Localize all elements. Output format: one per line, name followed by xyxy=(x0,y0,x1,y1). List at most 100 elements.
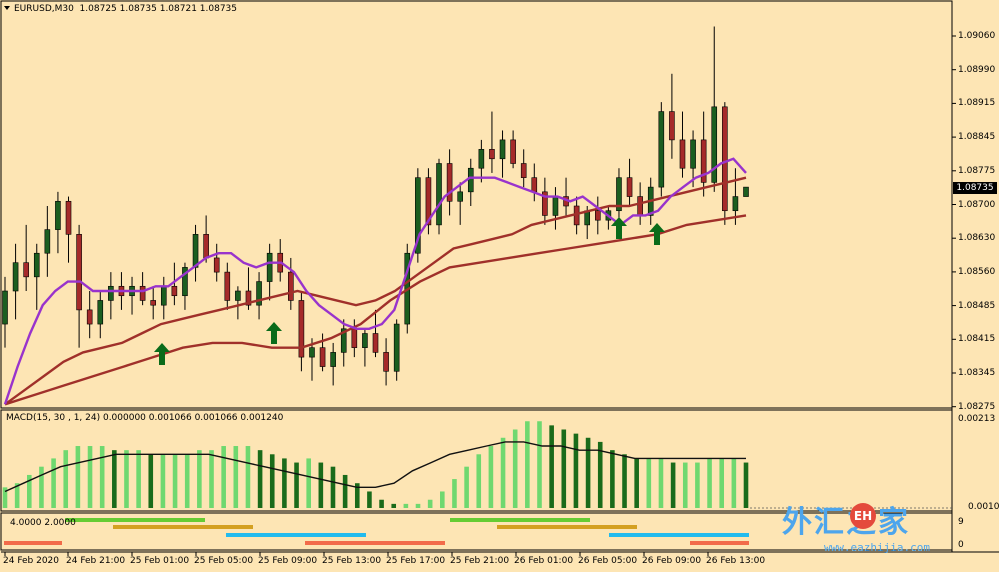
y-tick-label: 1.08845 xyxy=(958,132,996,143)
candle-body[interactable] xyxy=(266,252,273,282)
candle-body[interactable] xyxy=(203,234,209,259)
macd-histogram-bar xyxy=(51,458,56,508)
candle-body[interactable] xyxy=(637,196,643,216)
candle-body[interactable] xyxy=(23,262,29,278)
candle-body[interactable] xyxy=(12,262,19,292)
candle-body[interactable] xyxy=(44,229,51,254)
candle-body[interactable] xyxy=(457,191,463,202)
candle-body[interactable] xyxy=(383,352,389,372)
candle-body[interactable] xyxy=(690,139,696,169)
candle-body[interactable] xyxy=(224,271,231,301)
candle-body[interactable] xyxy=(309,347,315,358)
candle-body[interactable] xyxy=(171,285,178,297)
y-tick-label: 1.08275 xyxy=(958,401,996,412)
macd-histogram-bar xyxy=(136,450,141,508)
candle-body[interactable] xyxy=(55,200,61,230)
macd-tick-high: 0.00213 xyxy=(958,414,996,424)
candle-body[interactable] xyxy=(330,352,336,367)
macd-histogram-bar xyxy=(63,450,69,508)
y-tick-label: 1.08485 xyxy=(958,300,996,311)
candle-body[interactable] xyxy=(722,106,728,212)
candle-body[interactable] xyxy=(478,149,485,169)
chart-canvas[interactable] xyxy=(0,0,999,572)
macd-histogram-bar xyxy=(658,458,664,508)
macd-histogram-bar xyxy=(112,450,117,508)
bands-label: 4.0000 2.0000 xyxy=(10,518,76,528)
macd-histogram-bar xyxy=(464,466,469,508)
macd-histogram-bar xyxy=(452,479,457,508)
x-tick-label: 26 Feb 09:00 xyxy=(642,556,702,566)
ma-fast-line xyxy=(3,157,747,405)
macd-histogram-bar xyxy=(124,450,129,508)
y-tick-label: 1.08345 xyxy=(958,368,996,378)
x-tick-label: 24 Feb 21:00 xyxy=(66,556,126,566)
candle-body[interactable] xyxy=(743,186,749,197)
candle-body[interactable] xyxy=(732,196,739,212)
candle-body[interactable] xyxy=(192,234,199,268)
candle-body[interactable] xyxy=(499,139,506,160)
candle-body[interactable] xyxy=(150,300,156,306)
x-tick-label: 26 Feb 05:00 xyxy=(578,556,638,566)
candle-body[interactable] xyxy=(33,252,40,278)
candle-body[interactable] xyxy=(594,210,601,221)
candle-body[interactable] xyxy=(489,149,495,160)
candle-body[interactable] xyxy=(552,196,559,216)
candle-body[interactable] xyxy=(362,333,368,348)
candle-body[interactable] xyxy=(669,111,675,141)
candle-body[interactable] xyxy=(139,285,146,301)
y-tick-label: 1.08560 xyxy=(958,266,996,277)
candle-body[interactable] xyxy=(372,333,379,353)
title-dropdown-icon[interactable] xyxy=(4,6,10,10)
candle-body[interactable] xyxy=(86,309,93,325)
macd-histogram-bar xyxy=(367,491,372,508)
candle-body[interactable] xyxy=(97,300,104,325)
candle-body[interactable] xyxy=(436,163,442,226)
buy-arrow-icon xyxy=(266,322,282,344)
macd-histogram-bar xyxy=(282,458,287,508)
candle-body[interactable] xyxy=(160,285,167,306)
candle-body[interactable] xyxy=(213,257,220,273)
x-tick-label: 26 Feb 13:00 xyxy=(706,556,766,566)
ma-slow-line-2 xyxy=(4,214,747,406)
candle-body[interactable] xyxy=(288,271,294,301)
candle-body[interactable] xyxy=(319,347,326,367)
candle-body[interactable] xyxy=(510,139,516,164)
macd-histogram-bar xyxy=(682,462,688,508)
candle-body[interactable] xyxy=(467,167,474,193)
candle-body[interactable] xyxy=(65,200,72,235)
y-tick-label: 1.09060 xyxy=(958,31,996,41)
macd-histogram-bar xyxy=(379,499,384,508)
candle-body[interactable] xyxy=(531,177,538,193)
candle-body[interactable] xyxy=(108,285,114,301)
y-tick-label: 1.08915 xyxy=(958,98,996,109)
candle-body[interactable] xyxy=(393,323,400,372)
macd-histogram-bar xyxy=(39,466,44,508)
y-tick-label: 1.08630 xyxy=(958,233,996,244)
main-pane[interactable] xyxy=(0,0,953,409)
macd-histogram-bar xyxy=(148,454,154,508)
macd-histogram-bar xyxy=(294,462,299,508)
macd-histogram-bar xyxy=(160,454,166,508)
macd-histogram-bar xyxy=(585,437,591,508)
x-tick-label: 25 Feb 13:00 xyxy=(322,556,382,566)
macd-histogram-bar xyxy=(537,421,542,508)
candle-body[interactable] xyxy=(351,328,358,348)
macd-histogram-bar xyxy=(391,503,397,508)
candle-body[interactable] xyxy=(235,290,241,301)
candle-body[interactable] xyxy=(76,234,82,311)
candle-body[interactable] xyxy=(2,290,8,325)
watermark: 外汇之家 EH www.eazhijia.com xyxy=(770,497,970,557)
candle-body[interactable] xyxy=(520,163,527,178)
macd-histogram-bar xyxy=(549,425,554,508)
macd-histogram-bar xyxy=(209,450,214,508)
macd-histogram-bar xyxy=(427,499,433,508)
candle-body[interactable] xyxy=(626,177,633,197)
macd-histogram-bar xyxy=(99,446,105,508)
macd-histogram-bar xyxy=(87,446,93,508)
macd-histogram-bar xyxy=(318,462,324,508)
watermark-text: 外汇之家 xyxy=(782,505,910,540)
candle-body[interactable] xyxy=(658,111,665,188)
candle-body[interactable] xyxy=(679,139,686,169)
macd-histogram-bar xyxy=(245,446,251,508)
macd-histogram-bar xyxy=(184,454,190,508)
